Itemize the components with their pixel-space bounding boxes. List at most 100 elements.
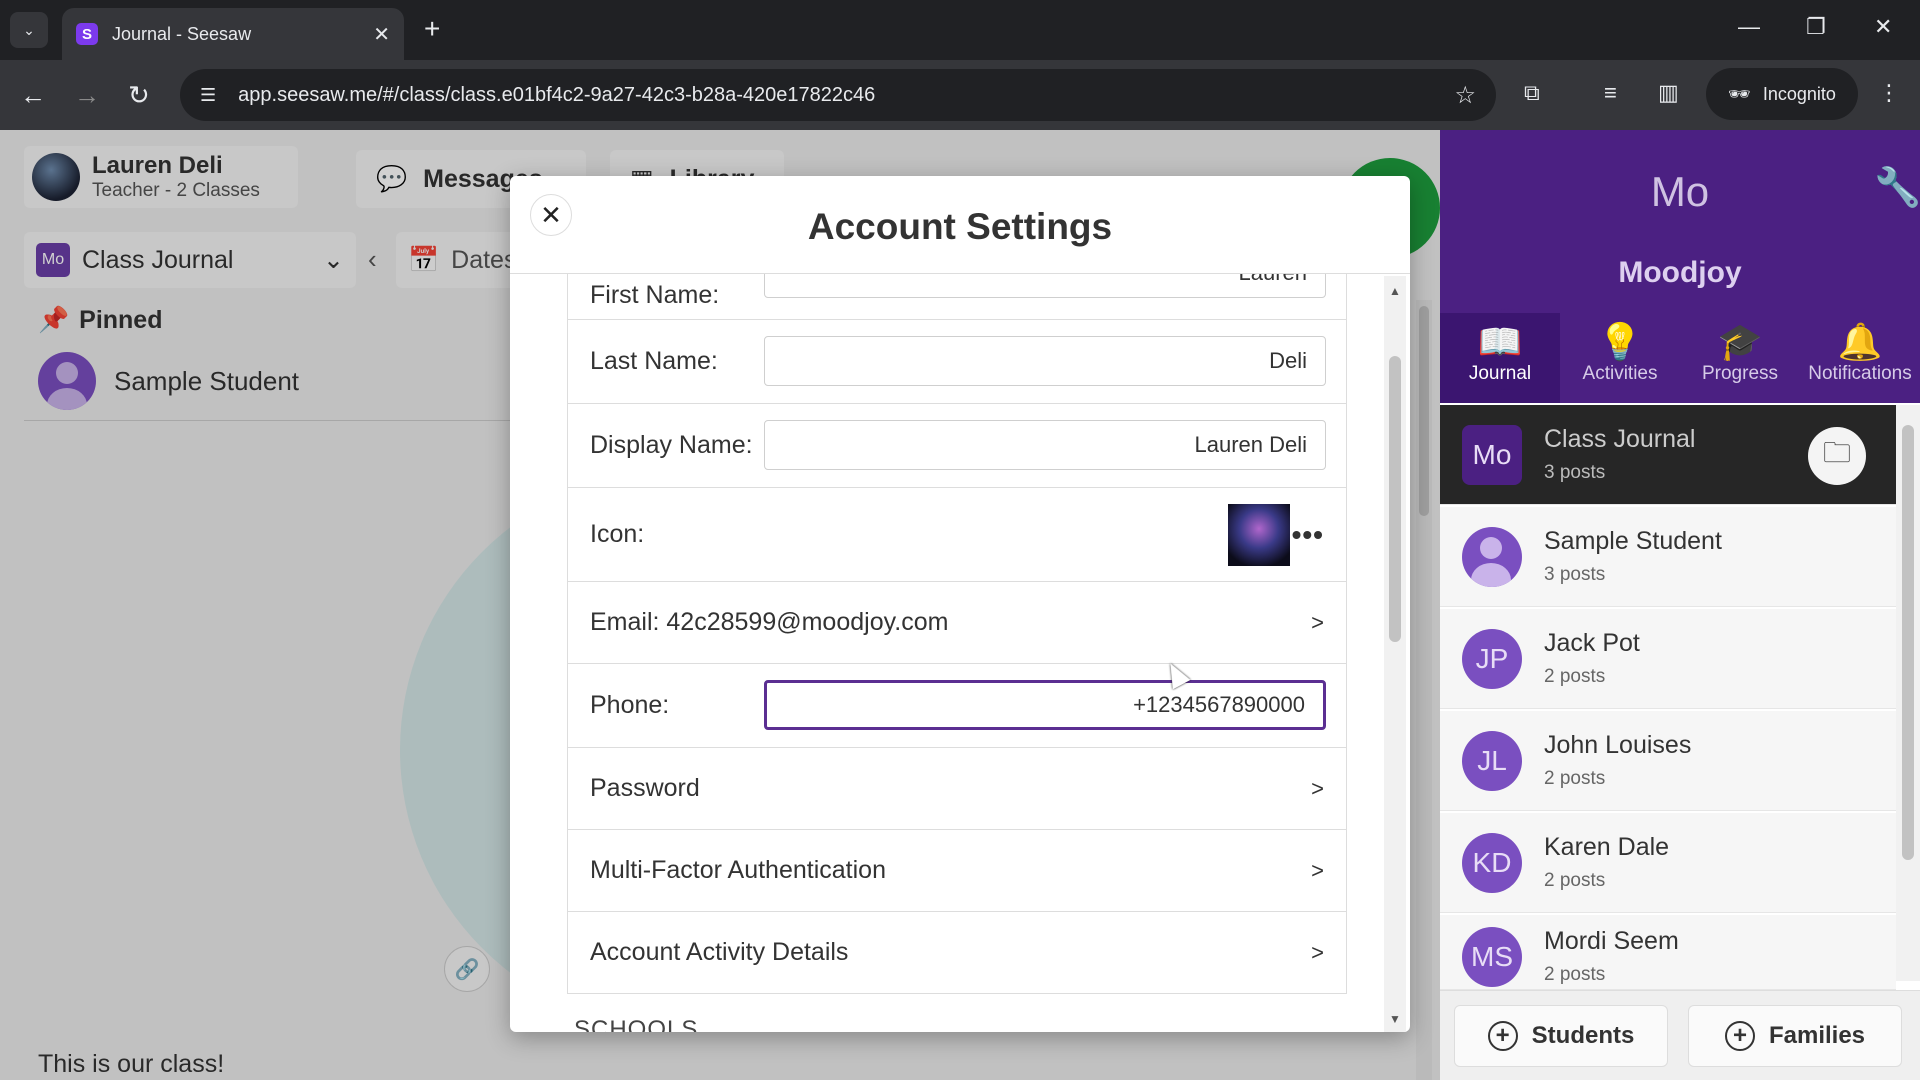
tab-journal[interactable]: 📖 Journal xyxy=(1440,313,1560,403)
email-row[interactable]: Email: 42c28599@moodjoy.com > xyxy=(567,582,1347,664)
list-item-name: Sample Student xyxy=(1544,527,1722,555)
bookmark-star-icon[interactable]: ☆ xyxy=(1454,81,1476,110)
pinned-student[interactable]: Sample Student xyxy=(38,352,299,410)
list-item-posts: 2 posts xyxy=(1544,870,1606,891)
close-tab-icon[interactable]: ✕ xyxy=(373,22,390,47)
incognito-label: Incognito xyxy=(1762,83,1836,104)
class-avatar: Mo xyxy=(1462,424,1522,485)
scroll-down-icon[interactable]: ▼ xyxy=(1389,1012,1401,1026)
sidebar-item-karen-dale[interactable]: KD Karen Dale 2 posts xyxy=(1440,813,1896,913)
graduation-cap-icon: 🎓 xyxy=(1717,321,1763,362)
site-info-icon[interactable]: ☰ xyxy=(200,85,216,106)
add-circle-icon: + xyxy=(1487,1021,1518,1051)
avatar xyxy=(32,153,80,201)
dialog-header: Account Settings ✕ xyxy=(510,176,1410,274)
reload-icon[interactable]: ↻ xyxy=(128,80,150,110)
back-icon[interactable]: ← xyxy=(20,80,46,110)
password-row[interactable]: Password > xyxy=(567,748,1347,830)
dialog-title: Account Settings xyxy=(807,206,1113,247)
book-icon: 📖 xyxy=(1477,321,1523,362)
student-avatar xyxy=(38,352,96,410)
students-label: Students xyxy=(1531,1022,1635,1049)
sidebar-item-class-journal[interactable]: Mo Class Journal 3 posts 🗀 xyxy=(1440,405,1896,505)
phone-field[interactable]: +1234567890000 xyxy=(764,680,1326,730)
browser-menu-icon[interactable]: ⋮ xyxy=(1878,80,1900,106)
journal-scrollbar[interactable] xyxy=(1416,300,1432,1080)
mfa-label: Multi-Factor Authentication xyxy=(590,856,886,884)
student-avatar: MS xyxy=(1462,927,1522,987)
add-circle-icon: + xyxy=(1724,1021,1755,1051)
pin-icon: 📌 xyxy=(38,306,70,334)
scroll-thumb[interactable] xyxy=(1389,356,1401,642)
tab-progress[interactable]: 🎓 Progress xyxy=(1680,313,1800,403)
dates-button[interactable]: 📅 Dates xyxy=(396,232,526,288)
student-avatar: JP xyxy=(1462,628,1522,689)
last-name-field[interactable]: Deli xyxy=(764,336,1326,386)
families-button[interactable]: + Families xyxy=(1688,1005,1902,1067)
chevron-right-icon: > xyxy=(1311,609,1324,635)
students-button[interactable]: + Students xyxy=(1454,1005,1668,1067)
tab-notifications[interactable]: 🔔 Notifications xyxy=(1800,313,1920,403)
wrench-icon[interactable]: 🔧 xyxy=(1874,166,1920,210)
phone-row: Phone: +1234567890000 xyxy=(567,664,1347,748)
tab-search-chevron-icon[interactable]: ⌄ xyxy=(10,12,48,48)
phone-label: Phone: xyxy=(590,691,670,719)
chevron-right-icon: > xyxy=(1311,857,1324,883)
bell-icon: 🔔 xyxy=(1837,321,1883,362)
sidebar-scrollbar[interactable] xyxy=(1896,405,1920,981)
scroll-up-icon[interactable]: ▲ xyxy=(1389,284,1401,298)
side-panel-icon[interactable]: ▥ xyxy=(1658,80,1679,106)
restore-icon[interactable]: ❐ xyxy=(1806,14,1826,40)
dialog-scrollbar[interactable]: ▲ ▼ xyxy=(1384,276,1406,1032)
forward-icon[interactable]: → xyxy=(74,80,100,110)
schools-section-heading: SCHOOLS xyxy=(574,1016,699,1032)
sidebar-item-john-louises[interactable]: JL John Louises 2 posts xyxy=(1440,711,1896,811)
more-options-icon[interactable]: ••• xyxy=(1292,519,1324,551)
profile-icon-image[interactable] xyxy=(1228,504,1290,566)
first-name-field[interactable]: Lauren xyxy=(764,274,1326,298)
chevron-down-icon: ⌄ xyxy=(323,246,344,274)
address-bar-row: ← → ↻ ☰ app.seesaw.me/#/class/class.e01b… xyxy=(0,60,1920,130)
incognito-icon: 🕶 xyxy=(1728,83,1751,104)
class-badge: Mo xyxy=(36,243,70,277)
new-tab-icon[interactable]: + xyxy=(424,14,440,44)
display-name-field[interactable]: Lauren Deli xyxy=(764,420,1326,470)
divider xyxy=(24,420,514,421)
class-journal-selector[interactable]: Mo Class Journal ⌄ xyxy=(24,232,356,288)
media-control-icon[interactable]: ≡ xyxy=(1604,80,1617,106)
omnibox[interactable]: ☰ app.seesaw.me/#/class/class.e01bf4c2-9… xyxy=(180,69,1496,121)
first-name-label: First Name: xyxy=(590,281,720,309)
student-avatar: KD xyxy=(1462,832,1522,893)
sidebar-item-mordi-seem[interactable]: MS Mordi Seem 2 posts xyxy=(1440,915,1896,990)
class-initials: Mo xyxy=(1650,168,1710,215)
account-settings-dialog: Account Settings ✕ First Name: Lauren La… xyxy=(510,176,1410,1032)
class-selector-label: Class Journal xyxy=(82,245,234,274)
last-name-label: Last Name: xyxy=(590,347,718,375)
tab-notifications-label: Notifications xyxy=(1808,363,1912,384)
list-item-posts: 2 posts xyxy=(1544,768,1606,789)
list-item-name: Class Journal xyxy=(1544,425,1696,453)
sidebar-item-jack-pot[interactable]: JP Jack Pot 2 posts xyxy=(1440,609,1896,709)
tab-activities-label: Activities xyxy=(1582,363,1658,384)
close-icon[interactable]: ✕ xyxy=(530,194,572,236)
user-profile-button[interactable]: Lauren Deli Teacher - 2 Classes xyxy=(24,146,298,208)
tab-activities[interactable]: 💡 Activities xyxy=(1560,313,1680,403)
url-text[interactable]: app.seesaw.me/#/class/class.e01bf4c2-9a2… xyxy=(238,84,1454,107)
previous-arrow-icon[interactable]: ‹ xyxy=(368,244,377,274)
email-label: Email: 42c28599@moodjoy.com xyxy=(590,608,949,636)
display-name-row: Display Name: Lauren Deli xyxy=(567,404,1347,488)
close-window-icon[interactable]: ✕ xyxy=(1874,14,1892,40)
minimize-icon[interactable]: — xyxy=(1738,14,1760,40)
password-label: Password xyxy=(590,774,700,802)
display-name-label: Display Name: xyxy=(590,431,753,459)
sidebar-item-sample-student[interactable]: Sample Student 3 posts xyxy=(1440,507,1896,607)
folder-icon[interactable]: 🗀 xyxy=(1808,427,1866,485)
mfa-row[interactable]: Multi-Factor Authentication > xyxy=(567,830,1347,912)
list-item-posts: 3 posts xyxy=(1544,564,1606,585)
extensions-icon[interactable]: ⧉ xyxy=(1524,80,1540,106)
incognito-indicator[interactable]: 🕶 Incognito xyxy=(1706,68,1858,120)
browser-tab[interactable]: S Journal - Seesaw ✕ xyxy=(62,8,404,60)
link-icon[interactable]: 🔗 xyxy=(444,946,490,992)
post-caption: This is our class! xyxy=(38,1050,225,1078)
account-activity-row[interactable]: Account Activity Details > xyxy=(567,912,1347,994)
